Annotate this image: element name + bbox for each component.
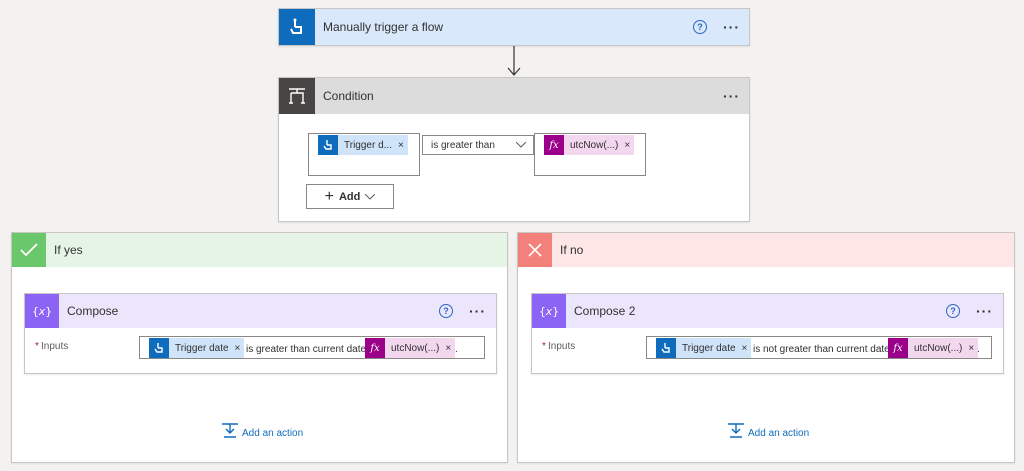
- trigger-card[interactable]: Manually trigger a flow ? ···: [278, 8, 750, 46]
- operator-select[interactable]: is greater than: [422, 135, 534, 155]
- condition-more-icon[interactable]: ···: [723, 89, 740, 103]
- yes-branch-title: If yes: [54, 243, 83, 257]
- condition-card[interactable]: Condition ··· Trigger d... × is greater …: [278, 77, 750, 222]
- remove-token-icon[interactable]: ×: [398, 140, 408, 151]
- required-marker: *: [35, 341, 39, 352]
- checkmark-icon: [12, 233, 46, 267]
- manual-trigger-icon: [279, 9, 315, 45]
- inputs-field[interactable]: Trigger date × is not greater than curre…: [646, 336, 992, 359]
- yes-branch-header[interactable]: If yes: [12, 233, 507, 267]
- add-label: Add: [338, 190, 361, 203]
- add-action-icon[interactable]: [221, 423, 239, 439]
- condition-title: Condition: [323, 89, 374, 103]
- token-label: Trigger date: [175, 342, 229, 354]
- add-an-action-link[interactable]: Add an action: [748, 428, 809, 439]
- utcnow-token[interactable]: fx utcNow(...) ×: [888, 338, 979, 358]
- inputs-text: is greater than current date: [246, 344, 367, 355]
- operator-value: is greater than: [431, 140, 495, 151]
- manual-trigger-icon: [656, 338, 676, 358]
- expression-fx-icon: fx: [888, 338, 908, 358]
- compose-2-help-icon[interactable]: ?: [946, 304, 960, 318]
- inputs-label: Inputs: [41, 341, 69, 352]
- token-label: utcNow(...): [914, 342, 963, 354]
- condition-left-operand[interactable]: Trigger d... ×: [308, 133, 420, 176]
- trigger-help-icon[interactable]: ?: [693, 20, 707, 34]
- compose-2-title: Compose 2: [574, 304, 636, 318]
- compose-card[interactable]: {x} Compose ? ··· * Inputs Trigger date …: [24, 293, 497, 374]
- chevron-down-icon: [365, 193, 376, 200]
- remove-token-icon[interactable]: ×: [235, 343, 245, 354]
- chevron-down-icon: [516, 142, 526, 148]
- compose-2-card[interactable]: {x} Compose 2 ? ··· * Inputs Trigger dat…: [531, 293, 1004, 374]
- utcnow-token[interactable]: fx utcNow(...) ×: [544, 135, 635, 155]
- manual-trigger-icon: [149, 338, 169, 358]
- compose-icon: {x}: [25, 294, 59, 328]
- expression-fx-icon: fx: [365, 338, 385, 358]
- add-an-action-link[interactable]: Add an action: [242, 428, 303, 439]
- no-branch-title: If no: [560, 243, 584, 257]
- inputs-text: is not greater than current date: [753, 344, 890, 355]
- token-label: utcNow(...): [570, 139, 619, 151]
- trigger-date-token[interactable]: Trigger date ×: [149, 338, 245, 358]
- yes-branch: If yes {x} Compose ? ··· * Inputs Trigge…: [11, 232, 508, 463]
- no-branch-header[interactable]: If no: [518, 233, 1014, 267]
- trigger-more-icon[interactable]: ···: [723, 20, 740, 34]
- condition-icon: [279, 78, 315, 114]
- connector-arrow-icon: [507, 46, 521, 76]
- compose-icon: {x}: [532, 294, 566, 328]
- compose-2-header[interactable]: {x} Compose 2: [532, 294, 1003, 328]
- add-row-button[interactable]: + Add: [306, 184, 394, 209]
- compose-help-icon[interactable]: ?: [439, 304, 453, 318]
- expression-fx-icon: fx: [544, 135, 564, 155]
- remove-token-icon[interactable]: ×: [624, 140, 634, 151]
- trigger-header[interactable]: Manually trigger a flow: [279, 9, 749, 45]
- compose-title: Compose: [67, 304, 119, 318]
- token-label: Trigger date: [682, 342, 736, 354]
- required-marker: *: [542, 341, 546, 352]
- remove-token-icon[interactable]: ×: [742, 343, 752, 354]
- inputs-label: Inputs: [548, 341, 576, 352]
- close-icon: [518, 233, 552, 267]
- inputs-trailing-text: .: [455, 344, 458, 355]
- compose-header[interactable]: {x} Compose: [25, 294, 496, 328]
- trigger-date-token[interactable]: Trigger date ×: [656, 338, 752, 358]
- remove-token-icon[interactable]: ×: [445, 343, 455, 354]
- compose-more-icon[interactable]: ···: [469, 304, 486, 318]
- trigger-date-token[interactable]: Trigger d... ×: [318, 135, 408, 155]
- condition-right-operand[interactable]: fx utcNow(...) ×: [534, 133, 646, 176]
- token-label: utcNow(...): [391, 342, 440, 354]
- add-action-icon[interactable]: [727, 423, 745, 439]
- token-label: Trigger d...: [344, 139, 392, 151]
- condition-header[interactable]: Condition: [279, 78, 749, 114]
- inputs-field[interactable]: Trigger date × is greater than current d…: [139, 336, 485, 359]
- inputs-trailing-text: .: [977, 344, 980, 355]
- plus-icon: +: [324, 187, 334, 205]
- utcnow-token[interactable]: fx utcNow(...) ×: [365, 338, 456, 358]
- no-branch: If no {x} Compose 2 ? ··· * Inputs Trigg…: [517, 232, 1015, 463]
- trigger-title: Manually trigger a flow: [323, 20, 444, 34]
- manual-trigger-icon: [318, 135, 338, 155]
- compose-2-more-icon[interactable]: ···: [976, 304, 993, 318]
